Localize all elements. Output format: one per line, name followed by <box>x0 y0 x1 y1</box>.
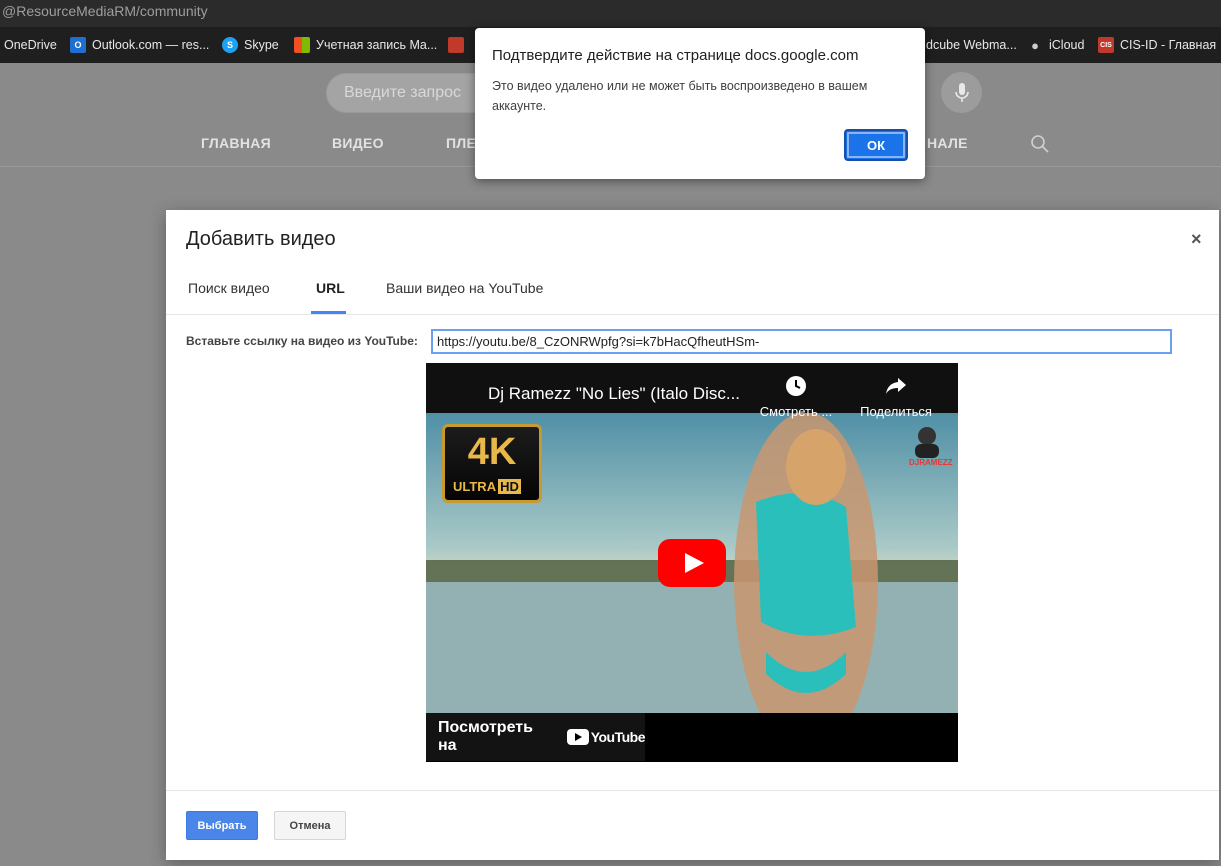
cancel-button[interactable]: Отмена <box>274 811 346 840</box>
confirm-alert-dialog: Подтвердите действие на странице docs.go… <box>475 28 925 179</box>
alert-title: Подтвердите действие на странице docs.go… <box>492 47 859 64</box>
tab-about[interactable]: НАЛЕ <box>927 135 968 151</box>
bookmark-label: iCloud <box>1049 38 1085 52</box>
search-placeholder: Введите запрос <box>344 84 461 101</box>
address-bar-url: @ResourceMediaRM/community <box>2 3 208 19</box>
url-field-label: Вставьте ссылку на видео из YouTube: <box>186 334 418 348</box>
alert-message: Это видео удалено или не может быть восп… <box>492 79 868 113</box>
bookmark-dcube[interactable]: dcube Webma... <box>926 27 1017 63</box>
badge-ultra-label: ULTRA <box>453 479 497 494</box>
bookmark-skype[interactable]: S Skype <box>222 27 279 63</box>
footer-divider <box>166 790 1219 791</box>
bookmark-outlook[interactable]: O Outlook.com — res... <box>70 27 209 63</box>
bookmark-label: dcube Webma... <box>926 38 1017 52</box>
video-top-bar: Dj Ramezz "No Lies" (Italo Disc... Смотр… <box>426 363 958 419</box>
watch-later-label: Смотреть ... <box>759 404 833 419</box>
bookmark-icon <box>448 37 464 53</box>
watch-on-label: Посмотреть на <box>438 719 533 754</box>
address-bar[interactable]: @ResourceMediaRM/community <box>0 0 1221 27</box>
tab-videos[interactable]: ВИДЕО <box>332 135 384 151</box>
tab-playlists[interactable]: ПЛЕ <box>446 135 476 151</box>
mic-icon[interactable] <box>941 72 982 113</box>
tab-url[interactable]: URL <box>316 280 345 296</box>
youtube-url-input[interactable] <box>431 329 1172 354</box>
share-icon <box>886 378 906 394</box>
outlook-icon: O <box>70 37 86 53</box>
share-button[interactable]: Поделиться <box>851 375 941 419</box>
search-icon[interactable] <box>1030 134 1050 154</box>
youtube-logo-text: YouTube <box>590 729 646 745</box>
tabs-divider <box>166 314 1219 315</box>
video-title[interactable]: Dj Ramezz "No Lies" (Italo Disc... <box>488 384 750 404</box>
bookmark-label: OneDrive <box>4 38 57 52</box>
bookmark-microsoft-account[interactable]: Учетная запись Ma... <box>294 27 437 63</box>
watch-on-youtube-button[interactable]: Посмотреть на YouTube <box>426 713 646 761</box>
bookmark-cis-id[interactable]: CIS CIS-ID - Главная <box>1098 27 1216 63</box>
badge-ultra-text: ULTRA HD <box>453 479 521 494</box>
ok-button[interactable]: ОК <box>844 129 908 161</box>
tab-search-video[interactable]: Поиск видео <box>188 280 270 296</box>
badge-hd-label: HD <box>498 479 521 494</box>
close-icon[interactable]: × <box>1191 229 1202 250</box>
bookmark-icloud[interactable]: ● iCloud <box>1027 27 1084 63</box>
video-bottom-bar: Посмотреть на YouTube <box>426 713 958 762</box>
bookmark-label: Outlook.com — res... <box>92 38 210 52</box>
bookmark-unknown[interactable] <box>448 27 470 63</box>
clock-icon <box>786 376 806 396</box>
apple-icon: ● <box>1031 37 1039 53</box>
dialog-title: Добавить видео <box>186 228 336 250</box>
tab-your-youtube-videos[interactable]: Ваши видео на YouTube <box>386 280 543 296</box>
channel-logo: DJRAMEZZ <box>909 424 953 468</box>
share-label: Поделиться <box>860 404 932 419</box>
channel-logo-text: DJRAMEZZ <box>909 458 953 467</box>
bookmark-label: CIS-ID - Главная <box>1120 38 1217 52</box>
4k-badge: 4K ULTRA HD <box>442 424 542 503</box>
microsoft-icon <box>294 37 310 53</box>
bookmark-label: Учетная запись Ma... <box>316 38 438 52</box>
add-video-dialog: Добавить видео × Поиск видео URL Ваши ви… <box>166 210 1219 860</box>
select-button[interactable]: Выбрать <box>186 811 258 840</box>
logo-text-dj: DJ <box>909 458 920 467</box>
tab-home[interactable]: ГЛАВНАЯ <box>201 135 271 151</box>
youtube-logo: YouTube <box>566 729 646 745</box>
youtube-play-icon <box>566 729 589 745</box>
dj-avatar-icon <box>915 427 939 458</box>
skype-icon: S <box>222 37 238 53</box>
watch-later-button[interactable]: Смотреть ... <box>751 375 841 419</box>
logo-text-ramezz: RAMEZZ <box>919 458 953 467</box>
play-button[interactable] <box>658 539 726 587</box>
video-embed[interactable]: 4K ULTRA HD DJRAMEZZ Dj Ramezz "No Lies" … <box>426 363 958 762</box>
badge-4k-text: 4K <box>467 431 517 473</box>
bookmark-label: Skype <box>244 38 279 52</box>
cis-icon: CIS <box>1098 37 1114 53</box>
bookmark-onedrive[interactable]: OneDrive <box>4 27 57 63</box>
